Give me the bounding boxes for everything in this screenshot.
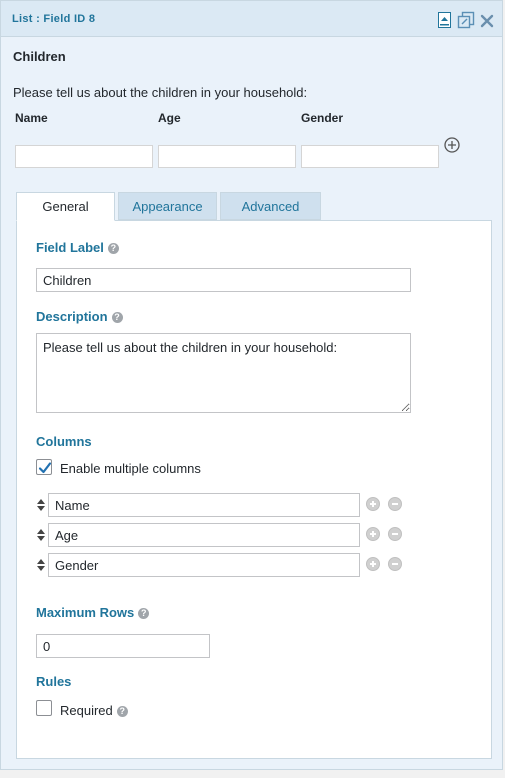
required-checkbox[interactable] [36,700,52,716]
collapse-up-icon[interactable] [437,11,453,29]
required-label: Required? [60,703,128,718]
columns-setting-label: Columns [36,434,92,449]
description-setting-label: Description? [36,309,123,324]
column-name-input[interactable] [48,523,360,547]
remove-column-icon[interactable] [388,497,402,511]
help-icon[interactable]: ? [138,608,150,619]
add-column-icon[interactable] [366,497,380,511]
preview-description: Please tell us about the children in you… [13,85,308,100]
field-label-input[interactable] [36,268,411,292]
help-icon[interactable]: ? [111,312,123,323]
remove-column-icon[interactable] [388,557,402,571]
preview-column-gender: Gender [301,111,344,125]
duplicate-icon[interactable] [457,11,475,29]
remove-column-icon[interactable] [388,527,402,541]
enable-multiple-columns-checkbox[interactable] [36,459,52,475]
preview-gender-input[interactable] [301,145,439,168]
maximum-rows-setting-label: Maximum Rows? [36,605,150,620]
field-titlebar[interactable]: List : Field ID 8 [1,1,502,37]
column-row [36,493,416,517]
maximum-rows-input[interactable] [36,634,210,658]
tab-advanced[interactable]: Advanced [220,192,321,220]
description-textarea[interactable]: Please tell us about the children in you… [36,333,411,413]
field-editor-panel: List : Field ID 8 Children Please tell u… [0,0,503,770]
tab-general[interactable]: General [16,192,115,221]
close-icon[interactable] [480,11,496,29]
field-label-setting-label: Field Label? [36,240,119,255]
general-settings: Field Label? Description? Please tell us… [16,220,492,759]
enable-multiple-columns-label: Enable multiple columns [60,461,201,476]
preview-age-input[interactable] [158,145,296,168]
preview-column-name: Name [15,111,48,125]
help-icon[interactable]: ? [116,706,128,717]
column-row [36,523,416,547]
rules-setting-label: Rules [36,674,72,689]
help-icon[interactable]: ? [107,243,119,254]
add-column-icon[interactable] [366,557,380,571]
drag-handle-icon[interactable] [36,528,46,542]
preview-column-age: Age [158,111,181,125]
column-row [36,553,416,577]
add-column-icon[interactable] [366,527,380,541]
tab-appearance[interactable]: Appearance [118,192,217,220]
drag-handle-icon[interactable] [36,558,46,572]
field-title: List : Field ID 8 [12,13,96,25]
column-name-input[interactable] [48,493,360,517]
preview-field-label: Children [13,49,66,64]
drag-handle-icon[interactable] [36,498,46,512]
column-name-input[interactable] [48,553,360,577]
add-row-icon[interactable] [443,136,461,154]
preview-name-input[interactable] [15,145,153,168]
